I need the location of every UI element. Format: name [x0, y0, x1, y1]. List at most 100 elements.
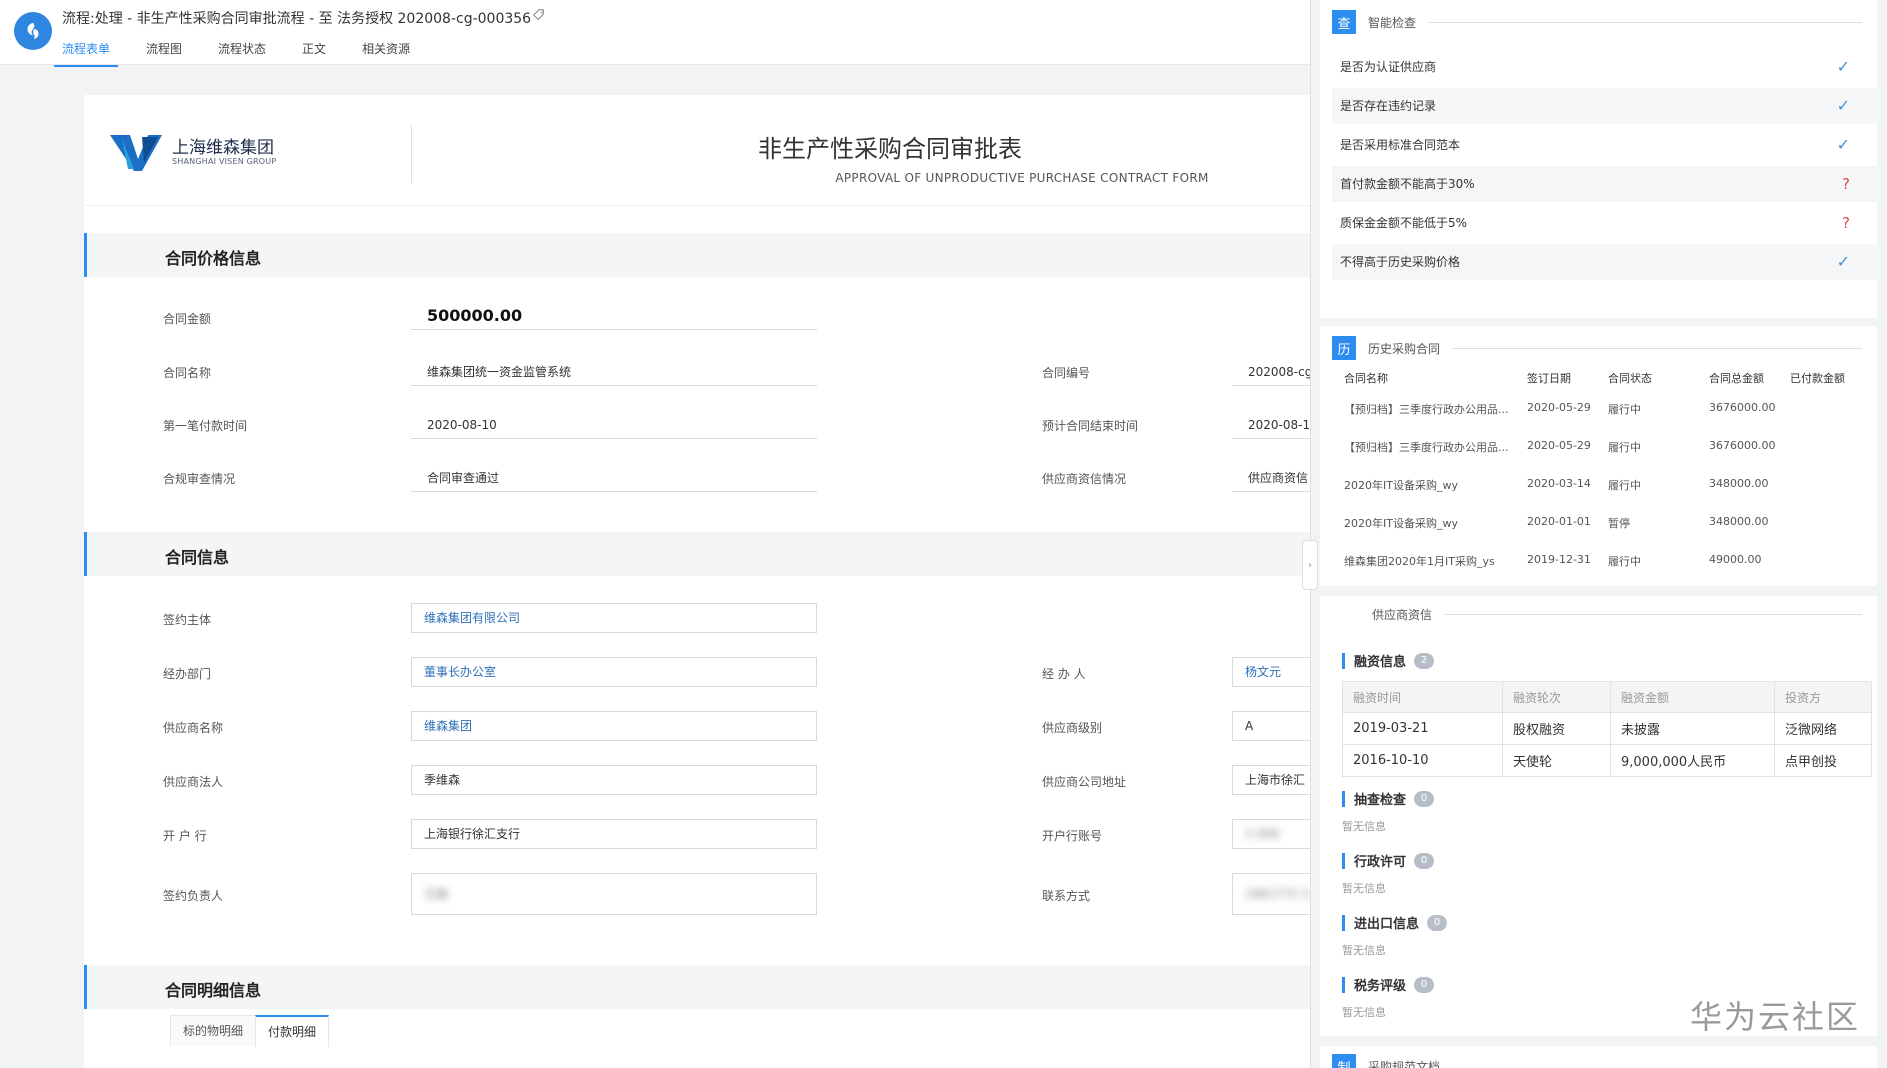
- empty-text: 暂无信息: [1342, 820, 1386, 833]
- compliance-field[interactable]: 合同审查通过: [411, 464, 817, 492]
- empty-text: 暂无信息: [1342, 882, 1386, 895]
- contract-end-field[interactable]: 2020-08-1: [1232, 411, 1310, 439]
- supplier-level-field[interactable]: A: [1232, 711, 1310, 741]
- check-row: 是否为认证供应商 ✓: [1332, 49, 1880, 85]
- tab-body-text[interactable]: 正文: [294, 38, 334, 67]
- bank-field[interactable]: 上海银行徐汇支行: [411, 819, 817, 849]
- first-payment-field[interactable]: 2020-08-10: [411, 411, 817, 439]
- history-contract-link[interactable]: 【预归档】三季度行政办公用品...: [1344, 439, 1509, 455]
- section-contract-info: 合同信息: [84, 532, 1310, 576]
- supplier-name-label: 供应商名称: [163, 721, 224, 735]
- divider: [1444, 614, 1862, 615]
- contract-number-field[interactable]: 202008-cg: [1232, 358, 1310, 386]
- account-field[interactable]: 3 400: [1232, 819, 1310, 849]
- supplier-legal-field[interactable]: 季维森: [411, 765, 817, 795]
- supplier-address-field[interactable]: 上海市徐汇: [1232, 765, 1310, 795]
- tab-flow-status[interactable]: 流程状态: [210, 38, 274, 67]
- supplier-credit-label: 供应商资信情况: [1042, 472, 1127, 486]
- contract-name-label: 合同名称: [163, 366, 212, 380]
- question-icon[interactable]: ?: [1842, 205, 1850, 241]
- financing-round: 天使轮: [1502, 744, 1611, 777]
- contact-label: 联系方式: [1042, 889, 1091, 903]
- tab-related-resources[interactable]: 相关资源: [354, 38, 418, 67]
- card-header: 历 历史采购合同: [1332, 336, 1862, 360]
- signer-label: 签约负责人: [163, 889, 224, 903]
- amount-field[interactable]: 500000.00: [411, 302, 817, 330]
- table-row: 2016-10-10 天使轮 9,000,000人民币 点甲创投: [1342, 744, 1872, 777]
- history-status: 履行中: [1608, 403, 1641, 416]
- sub-title: 融资信息: [1354, 655, 1407, 670]
- watermark: 华为云社区: [1690, 998, 1861, 1036]
- history-contract-link[interactable]: 维森集团2020年1月IT采购_ys: [1344, 553, 1495, 569]
- compliance-label: 合规审查情况: [163, 472, 236, 486]
- department-field[interactable]: 董事长办公室: [411, 657, 817, 687]
- divider: [1452, 347, 1862, 349]
- check-icon: ✓: [1836, 252, 1850, 271]
- contact-field[interactable]: 1861772 5: [1232, 873, 1310, 915]
- form-title: 非生产性采购合同审批表: [758, 135, 1022, 163]
- section-title: 合同信息: [165, 548, 230, 567]
- investor: 泛微网络: [1774, 712, 1872, 745]
- tab-process-form[interactable]: 流程表单: [54, 38, 119, 67]
- check-row: 是否采用标准合同范本 ✓: [1332, 127, 1880, 163]
- empty-text: 暂无信息: [1342, 944, 1386, 957]
- sub-title: 行政许可: [1354, 855, 1407, 870]
- table-row: 2019-03-21 股权融资 未披露 泛微网络: [1342, 712, 1872, 745]
- history-date: 2020-05-29: [1527, 401, 1591, 414]
- handler-field[interactable]: 杨文元: [1232, 657, 1310, 687]
- count-badge: 0: [1414, 790, 1435, 807]
- history-date: 2020-03-14: [1527, 477, 1591, 490]
- signing-party-field[interactable]: 维森集团有限公司: [411, 603, 817, 633]
- spot-check-header: 抽查检查 0: [1342, 789, 1435, 808]
- column-header: 合同状态: [1608, 372, 1652, 385]
- check-badge-icon: 查: [1332, 10, 1356, 34]
- check-row: 质保金金额不能低于5%?: [1332, 205, 1880, 241]
- check-icon: ✓: [1836, 135, 1850, 154]
- history-date: 2020-05-29: [1527, 439, 1591, 452]
- history-amount: 3676000.00: [1709, 401, 1776, 414]
- import-export-header: 进出口信息 0: [1342, 913, 1448, 932]
- supplier-address-label: 供应商公司地址: [1042, 775, 1127, 789]
- history-contract-link[interactable]: 2020年IT设备采购_wy: [1344, 477, 1458, 493]
- check-row: 是否存在违约记录 ✓: [1332, 88, 1880, 124]
- header-divider: [411, 125, 412, 183]
- company-name: 上海维森集团: [172, 138, 274, 158]
- first-payment-label: 第一笔付款时间: [163, 419, 248, 433]
- history-contract-link[interactable]: 【预归档】三季度行政办公用品...: [1344, 401, 1509, 417]
- history-contract-link[interactable]: 2020年IT设备采购_wy: [1344, 515, 1458, 531]
- column-header: 已付款金额: [1790, 372, 1845, 385]
- company-logo-icon: [110, 135, 162, 171]
- tab-flow-chart[interactable]: 流程图: [138, 38, 190, 67]
- history-date: 2020-01-01: [1527, 515, 1591, 528]
- supplier-legal-label: 供应商法人: [163, 775, 224, 789]
- column-header: 合同总金额: [1709, 372, 1764, 385]
- procurement-doc-card: 制 采购规范文档: [1320, 1046, 1877, 1068]
- card-header: 制 采购规范文档: [1332, 1054, 1862, 1068]
- supplier-name-field[interactable]: 维森集团: [411, 711, 817, 741]
- check-label: 质保金金额不能低于5%: [1340, 216, 1468, 230]
- sub-title: 进出口信息: [1354, 917, 1420, 932]
- column-header: 融资轮次: [1502, 681, 1611, 713]
- financing-round: 股权融资: [1502, 712, 1611, 745]
- contact-value: 1861772 5: [1245, 887, 1310, 901]
- column-header: 融资时间: [1342, 681, 1503, 713]
- window-title: 流程:处理 - 非生产性采购合同审批流程 - 至 法务授权 202008-cg-…: [62, 11, 532, 27]
- count-badge: 2: [1414, 652, 1435, 669]
- tab-item-detail[interactable]: 标的物明细: [170, 1015, 257, 1046]
- tab-payment-detail[interactable]: 付款明细: [255, 1015, 330, 1047]
- check-label: 是否采用标准合同范本: [1340, 138, 1461, 152]
- accent-bar: [1342, 976, 1345, 993]
- question-icon[interactable]: ?: [1842, 166, 1850, 202]
- contract-name-field[interactable]: 维森集团统一资金监管系统: [411, 358, 817, 386]
- account-value: 3 400: [1245, 827, 1280, 841]
- financing-table: 融资时间 融资轮次 融资金额 投资方 2019-03-21 股权融资 未披露 泛…: [1342, 681, 1872, 777]
- section-title: 合同明细信息: [165, 981, 262, 1000]
- tag-icon[interactable]: [532, 8, 546, 22]
- section-contract-detail: 合同明细信息: [84, 965, 1310, 1009]
- supplier-credit-field[interactable]: 供应商资信: [1232, 464, 1310, 492]
- accent-bar: [1342, 790, 1345, 807]
- license-header: 行政许可 0: [1342, 851, 1435, 870]
- divider: [1428, 21, 1862, 23]
- collapse-panel-handle[interactable]: ›: [1302, 540, 1318, 590]
- signer-field[interactable]: 王森: [411, 873, 817, 915]
